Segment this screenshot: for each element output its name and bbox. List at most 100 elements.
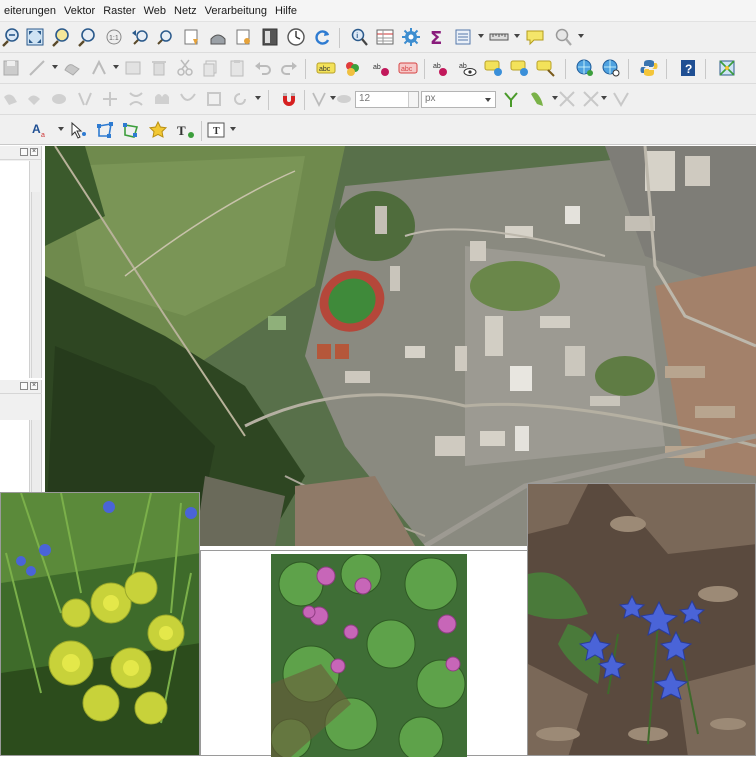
intersection-icon[interactable] — [610, 88, 632, 110]
float-panel-button[interactable] — [20, 382, 28, 390]
photo-blue-flowers — [527, 483, 756, 756]
book-icon[interactable] — [259, 26, 281, 48]
vertex-tool-icon[interactable] — [61, 57, 83, 79]
digitizing-toolbar: abc ab abc ab ab ? — [0, 53, 756, 84]
identify-icon[interactable]: i — [348, 26, 370, 48]
cut-features-icon[interactable] — [174, 57, 196, 79]
chevron-down-icon — [485, 98, 491, 102]
undo-icon[interactable] — [252, 57, 274, 79]
digitize-icon[interactable] — [26, 57, 48, 79]
label-change-icon[interactable] — [509, 57, 531, 79]
svg-text:ab: ab — [373, 64, 381, 71]
zoom-last-icon[interactable] — [129, 26, 151, 48]
statistics-sum-icon[interactable]: Σ — [426, 26, 448, 48]
menu-erweiterungen[interactable]: eiterungen — [0, 5, 60, 17]
menu-vektor[interactable]: Vektor — [60, 5, 99, 17]
zoom-to-selection-icon[interactable] — [76, 26, 98, 48]
photo-yellow-flowers — [0, 492, 200, 756]
menu-hilfe[interactable]: Hilfe — [271, 5, 301, 17]
copy-features-icon[interactable] — [200, 57, 222, 79]
fill-ring-icon[interactable] — [99, 88, 121, 110]
layers-scrollbar[interactable] — [31, 192, 40, 378]
pan-to-selection-icon[interactable] — [233, 26, 255, 48]
tolerance-spin-buttons[interactable] — [408, 92, 418, 107]
magnet-snapping-icon[interactable] — [278, 88, 300, 110]
snapping-mode-icon[interactable] — [308, 88, 330, 110]
menu-verarbeitung[interactable]: Verarbeitung — [201, 5, 271, 17]
new-bookmark-icon[interactable] — [181, 26, 203, 48]
close-panel-button[interactable]: × — [30, 148, 38, 156]
zoom-full-icon[interactable] — [24, 26, 46, 48]
snapping-unit-dropdown[interactable]: px — [421, 91, 496, 108]
add-polygon-icon[interactable] — [120, 119, 142, 141]
topological-editing-icon[interactable] — [526, 88, 548, 110]
delete-ring-icon[interactable] — [125, 88, 147, 110]
paste-features-icon[interactable] — [226, 57, 248, 79]
split-features-icon[interactable] — [88, 57, 110, 79]
attribute-table-icon[interactable] — [374, 26, 396, 48]
zoom-to-layer-icon[interactable] — [50, 26, 72, 48]
python-icon[interactable] — [638, 57, 660, 79]
reshape-icon[interactable] — [24, 88, 46, 110]
svg-text:?: ? — [685, 62, 692, 76]
zoom-native-icon[interactable]: 1:1 — [103, 26, 125, 48]
self-snapping-icon[interactable] — [580, 88, 602, 110]
label-diagram-icon[interactable]: abc — [397, 57, 419, 79]
menu-netz[interactable]: Netz — [170, 5, 201, 17]
layers-list[interactable] — [0, 161, 30, 378]
temporal-controller-icon[interactable] — [285, 26, 307, 48]
label-abc-icon[interactable]: abc — [315, 57, 337, 79]
menu-web[interactable]: Web — [140, 5, 170, 17]
svg-text:1:1: 1:1 — [109, 35, 119, 42]
label-pin-icon[interactable]: ab — [371, 57, 393, 79]
delete-part-icon[interactable] — [151, 88, 173, 110]
save-edits-icon[interactable] — [0, 57, 22, 79]
zoom-out-icon[interactable] — [0, 26, 22, 48]
advanced-digitizing-icon[interactable] — [0, 88, 22, 110]
star-icon[interactable] — [147, 119, 169, 141]
label-move-icon[interactable]: ab — [457, 57, 479, 79]
select-features-icon[interactable] — [67, 119, 89, 141]
delete-selected-icon[interactable] — [148, 57, 170, 79]
trace-icon[interactable] — [500, 88, 522, 110]
close-panel-button[interactable]: × — [30, 382, 38, 390]
menu-raster[interactable]: Raster — [99, 5, 139, 17]
text-annotation-icon[interactable]: Aa — [30, 119, 52, 141]
refresh-icon[interactable] — [311, 26, 333, 48]
map-navigation-toolbar: 1:1 i Σ — [0, 22, 756, 53]
map-tips-icon[interactable] — [524, 26, 546, 48]
redo-icon[interactable] — [278, 57, 300, 79]
snapping-tolerance-input[interactable]: 12 — [355, 91, 419, 108]
label-properties-icon[interactable] — [535, 57, 557, 79]
help-icon[interactable]: ? — [677, 57, 699, 79]
avoid-overlap-icon[interactable] — [556, 88, 578, 110]
svg-text:ab: ab — [459, 63, 467, 70]
globe-search-icon[interactable] — [600, 57, 622, 79]
node-tool-icon[interactable] — [94, 119, 116, 141]
text-box-icon[interactable]: T — [205, 119, 227, 141]
layers-panel: × — [0, 146, 42, 378]
float-panel-button[interactable] — [20, 148, 28, 156]
rotate-feature-icon[interactable] — [229, 88, 251, 110]
zoom-next-icon[interactable] — [155, 26, 177, 48]
edit-table-icon[interactable] — [122, 57, 144, 79]
annotation-icon[interactable] — [552, 26, 574, 48]
measure-icon[interactable] — [488, 26, 510, 48]
label-show-icon[interactable]: ab — [431, 57, 453, 79]
reverse-line-icon[interactable] — [177, 88, 199, 110]
processing-toolbox-icon[interactable] — [400, 26, 422, 48]
georeferencer-icon[interactable] — [716, 57, 738, 79]
split-parts-icon[interactable] — [74, 88, 96, 110]
label-rotate-icon[interactable] — [483, 57, 505, 79]
text-format-icon[interactable]: T — [175, 119, 197, 141]
show-bookmarks-icon[interactable] — [207, 26, 229, 48]
pink-flowers-image — [271, 554, 467, 757]
photo-pink-flowers — [271, 554, 467, 757]
layers-panel-header: × — [0, 146, 42, 160]
offset-curve-icon[interactable] — [48, 88, 70, 110]
globe-zoom-icon[interactable] — [574, 57, 596, 79]
simplify-icon[interactable] — [203, 88, 225, 110]
field-calculator-icon[interactable] — [452, 26, 474, 48]
snapping-type-icon[interactable] — [333, 88, 355, 110]
label-rule-icon[interactable] — [341, 57, 363, 79]
